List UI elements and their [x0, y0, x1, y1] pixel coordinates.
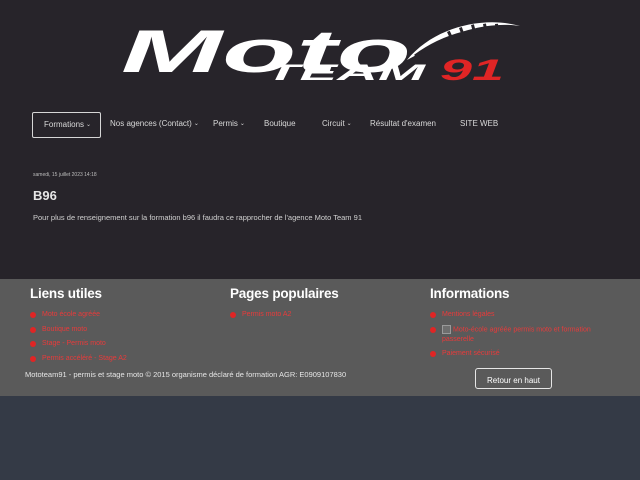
footer-links-title: Liens utiles	[30, 286, 102, 301]
footer-popular-link[interactable]: Permis moto A2	[230, 308, 291, 323]
nav-label: Boutique	[264, 119, 296, 128]
nav-label: Nos agences (Contact)	[110, 119, 192, 128]
chevron-down-icon: ⌄	[346, 121, 352, 127]
nav-item-resultat-examen[interactable]: Résultat d'examen	[370, 112, 436, 136]
nav-item-boutique[interactable]: Boutique	[264, 112, 296, 136]
nav-item-site-web[interactable]: SITE WEB	[460, 112, 498, 136]
footer-info-title: Informations	[430, 286, 510, 301]
footer-link[interactable]: Permis accéléré - Stage A2	[30, 352, 127, 367]
chevron-down-icon: ⌄	[86, 122, 92, 128]
footer-info-link[interactable]: Moto-école agréée permis moto et formati…	[430, 323, 600, 347]
footer-info-link[interactable]: Paiement sécurisé	[430, 347, 600, 362]
nav-label: SITE WEB	[460, 119, 499, 128]
broken-image-icon	[442, 324, 451, 334]
nav-label: Circuit	[322, 119, 345, 128]
nav-label: Permis	[213, 119, 238, 128]
nav-item-nos-agences[interactable]: Nos agences (Contact) ⌄	[110, 112, 199, 136]
chevron-down-icon: ⌄	[239, 121, 245, 127]
footer-popular-title: Pages populaires	[230, 286, 339, 301]
logo-team-text: TEAM	[265, 60, 427, 85]
article-title: B96	[33, 188, 57, 203]
nav-item-circuit[interactable]: Circuit ⌄	[322, 112, 352, 136]
chevron-down-icon: ⌄	[193, 121, 199, 127]
footer-link[interactable]: Stage - Permis moto	[30, 337, 127, 352]
footer-link[interactable]: Boutique moto	[30, 323, 127, 338]
article-date: samedi, 15 juillet 2023 14:18	[33, 172, 97, 178]
nav-item-permis[interactable]: Permis ⌄	[213, 112, 245, 136]
footer-info-link[interactable]: Mentions légales	[430, 308, 600, 323]
footer-links-list: Moto école agréée Boutique moto Stage - …	[30, 308, 127, 366]
footer-info-list: Mentions légales Moto-école agréée permi…	[430, 308, 600, 361]
nav-item-formations[interactable]: Formations ⌄	[32, 112, 102, 138]
footer-popular-list: Permis moto A2	[230, 308, 291, 323]
footer-info-link-text: Moto-école agréée permis moto et formati…	[442, 325, 591, 343]
site-header: Moto TEAM 91 Formations ⌄ Nos agences (Co…	[0, 0, 640, 279]
nav-label: Résultat d'examen	[370, 119, 437, 128]
moto-team-91-logo[interactable]: Moto TEAM 91	[115, 14, 525, 106]
nav-label: Formations	[44, 120, 85, 129]
article-body: Pour plus de renseignement sur la format…	[33, 213, 362, 222]
footer-link[interactable]: Moto école agréée	[30, 308, 127, 323]
copyright-text: Mototeam91 - permis et stage moto © 2015…	[25, 370, 347, 379]
back-to-top-button[interactable]: Retour en haut	[475, 368, 552, 389]
site-footer: Liens utiles Moto école agréée Boutique …	[0, 279, 640, 396]
logo-91-text: 91	[440, 54, 504, 87]
